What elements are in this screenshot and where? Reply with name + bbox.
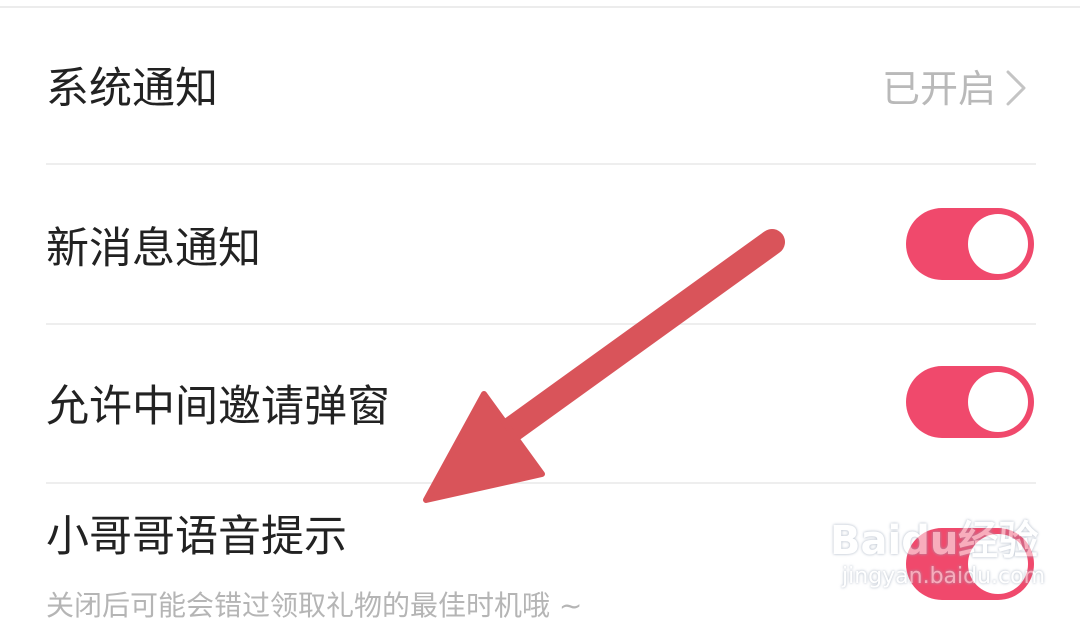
voice-prompt-toggle[interactable]	[906, 528, 1034, 600]
settings-row-allow-invite-popup: 允许中间邀请弹窗	[0, 324, 1080, 484]
allow-invite-popup-toggle[interactable]	[906, 366, 1034, 438]
allow-invite-popup-label: 允许中间邀请弹窗	[46, 382, 390, 432]
toggle-knob	[968, 372, 1028, 432]
voice-prompt-label: 小哥哥语音提示	[46, 512, 347, 562]
system-notification-status: 已开启	[881, 67, 996, 111]
toggle-knob	[968, 214, 1028, 274]
chevron-right-icon	[1006, 70, 1026, 106]
settings-row-new-message-notification: 新消息通知	[0, 164, 1080, 324]
settings-row-voice-prompt: 小哥哥语音提示 关闭后可能会错过领取礼物的最佳时机哦 ~	[0, 484, 1080, 620]
new-message-notification-toggle[interactable]	[906, 208, 1034, 280]
voice-prompt-description: 关闭后可能会错过领取礼物的最佳时机哦 ~	[46, 589, 583, 622]
new-message-notification-label: 新消息通知	[46, 224, 261, 274]
system-notification-label: 系统通知	[46, 64, 218, 114]
settings-row-system-notification[interactable]: 系统通知 已开启	[0, 0, 1080, 164]
toggle-knob	[968, 534, 1028, 594]
